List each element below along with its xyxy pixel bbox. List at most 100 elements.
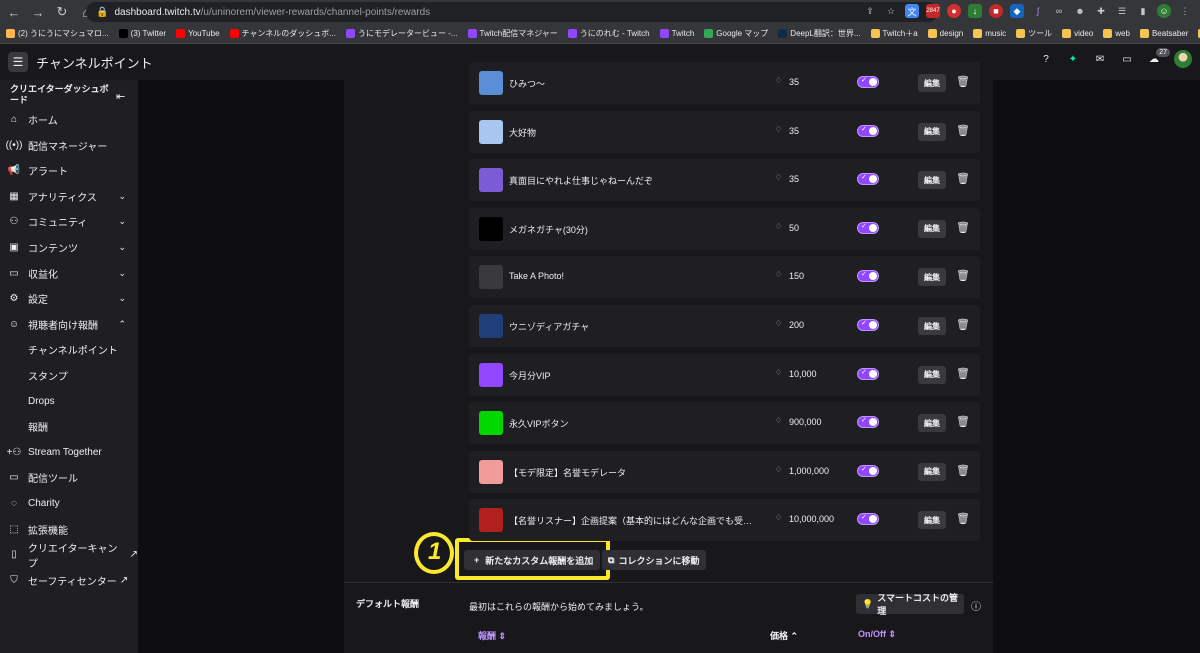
edit-reward-button[interactable]: 編集 xyxy=(918,122,946,141)
bookmark-item[interactable]: DeepL翻訳：世界... xyxy=(778,28,861,39)
menu-icon[interactable]: ⋮ xyxy=(1178,4,1192,18)
edit-reward-button[interactable]: 編集 xyxy=(918,74,946,92)
back-icon[interactable]: ← xyxy=(4,2,24,22)
sidebar-item[interactable]: ▦ アナリティクス ⌄ xyxy=(0,184,138,209)
edit-reward-button[interactable]: 編集 xyxy=(918,268,946,287)
sidebar-item[interactable]: ⚇ コミュニティ ⌄ xyxy=(0,209,138,234)
reward-enabled-toggle[interactable] xyxy=(857,270,879,283)
smart-cost-button[interactable]: 💡 スマートコストの管理 xyxy=(856,593,964,616)
delete-reward-icon[interactable]: 🗑 xyxy=(956,75,970,88)
ext-red-icon[interactable]: ● xyxy=(947,4,961,18)
bookmark-item[interactable]: Twitch xyxy=(659,29,694,38)
edit-reward-button[interactable]: 編集 xyxy=(918,462,946,481)
address-bar[interactable]: 🔒 dashboard.twitch.tv /u/uninorem/viewer… xyxy=(86,2,938,22)
edit-reward-button[interactable]: 編集 xyxy=(918,171,946,190)
reward-enabled-toggle[interactable] xyxy=(857,221,879,234)
reward-enabled-toggle[interactable] xyxy=(857,124,879,137)
delete-reward-icon[interactable]: 🗑 xyxy=(956,415,970,428)
sidebar-item[interactable]: 📢 アラート xyxy=(0,158,138,183)
bookmark-item[interactable]: video xyxy=(1062,29,1093,38)
edit-reward-button[interactable]: 編集 xyxy=(918,219,946,238)
sidebar-item[interactable]: ⌂ ホーム xyxy=(0,107,138,132)
edit-reward-button[interactable]: 編集 xyxy=(918,414,946,433)
reward-enabled-toggle[interactable] xyxy=(857,173,879,186)
bookmark-item[interactable]: Google マップ xyxy=(704,28,768,39)
sidebar-subitem[interactable]: チャンネルポイント xyxy=(28,337,118,362)
sidebar-item[interactable]: ⚙ 設定 ⌄ xyxy=(0,286,138,311)
bookmark-item[interactable]: (3) Twitter xyxy=(118,29,166,38)
delete-reward-icon[interactable]: 🗑 xyxy=(956,269,970,282)
bookmark-item[interactable]: ツール xyxy=(1016,28,1052,39)
add-custom-reward-button[interactable]: + 新たなカスタム報酬を追加 xyxy=(464,550,600,570)
column-header-onoff[interactable]: On/Off ⇕ xyxy=(858,629,896,640)
delete-reward-icon[interactable]: 🗑 xyxy=(956,512,970,525)
delete-reward-icon[interactable]: 🗑 xyxy=(956,124,970,137)
star-icon[interactable]: ☆ xyxy=(884,4,898,18)
ext-stop-icon[interactable]: ■ xyxy=(989,4,1003,18)
counter-extension-icon[interactable]: 2847 xyxy=(926,4,940,18)
ext-face-icon[interactable]: ☻ xyxy=(1073,4,1087,18)
edit-reward-button[interactable]: 編集 xyxy=(918,317,946,335)
bookmark-item[interactable]: Beatsaber xyxy=(1139,29,1188,38)
info-icon[interactable]: ⓘ xyxy=(971,598,981,613)
bookmark-item[interactable]: (2) うにうにマシュマロ... xyxy=(6,28,109,39)
bookmark-item[interactable]: music xyxy=(973,29,1006,38)
profile-icon[interactable]: ☺ xyxy=(1157,4,1171,18)
reward-enabled-toggle[interactable] xyxy=(857,464,879,477)
edit-reward-button[interactable]: 編集 xyxy=(918,511,946,530)
share-icon[interactable]: ⇪ xyxy=(863,4,877,18)
whispers-icon[interactable]: ▭ xyxy=(1120,52,1134,66)
sidebar-item[interactable]: ((•)) 配信マネージャー xyxy=(0,133,138,158)
delete-reward-icon[interactable]: 🗑 xyxy=(956,464,970,477)
ext-green-icon[interactable]: ↓ xyxy=(968,4,982,18)
ext-purple-icon[interactable]: ʃ xyxy=(1031,4,1045,18)
sidebar-item[interactable]: ▭ 配信ツール xyxy=(0,465,138,490)
reward-enabled-toggle[interactable] xyxy=(857,319,879,331)
move-to-collection-button[interactable]: ⧉ コレクションに移動 xyxy=(602,550,706,570)
ext-blue-icon[interactable]: ◆ xyxy=(1010,4,1024,18)
sidebar-subitem[interactable]: スタンプ xyxy=(28,363,68,388)
bookmark-item[interactable]: Twitch＋a xyxy=(870,28,918,39)
bookmark-item[interactable]: うにモデレータービュー -... xyxy=(345,28,458,39)
reward-enabled-toggle[interactable] xyxy=(857,513,879,526)
delete-reward-icon[interactable]: 🗑 xyxy=(956,367,970,380)
bookmark-item[interactable]: web xyxy=(1103,29,1130,38)
puzzle-icon[interactable]: ✚ xyxy=(1094,4,1108,18)
edit-reward-button[interactable]: 編集 xyxy=(918,365,946,384)
sidebar-item[interactable]: ☺ 視聴者向け報酬 ⌃ xyxy=(0,312,138,337)
sidebar-subitem[interactable]: Drops xyxy=(28,389,55,414)
delete-reward-icon[interactable]: 🗑 xyxy=(956,318,970,331)
sidebar-item[interactable]: ▣ コンテンツ ⌄ xyxy=(0,235,138,260)
forward-icon[interactable]: → xyxy=(28,2,48,22)
reward-enabled-toggle[interactable] xyxy=(857,76,879,88)
collapse-sidebar-icon[interactable]: ⇤ xyxy=(116,90,125,103)
bookmark-item[interactable]: チャンネルのダッシュボ... xyxy=(229,28,336,39)
column-header-cost[interactable]: 価格 ⌃ xyxy=(770,629,798,642)
column-header-reward[interactable]: 報酬 ⇕ xyxy=(478,629,506,642)
ext-glasses-icon[interactable]: ∞ xyxy=(1052,4,1066,18)
sidebar-item[interactable]: ◌ Charity xyxy=(0,491,138,516)
bookmark-item[interactable]: Twitch配信マネジャー xyxy=(467,28,558,39)
delete-reward-icon[interactable]: 🗑 xyxy=(956,172,970,185)
reading-list-icon[interactable]: ☰ xyxy=(1115,4,1129,18)
sidebar-item[interactable]: +⚇ Stream Together xyxy=(0,440,138,465)
reward-enabled-toggle[interactable] xyxy=(857,367,879,380)
sidebar-item[interactable]: ⛉ セーフティセンター ↗ xyxy=(0,568,138,593)
bookmark-item[interactable]: うにのれむ - Twitch xyxy=(567,28,650,39)
delete-reward-icon[interactable]: 🗑 xyxy=(956,221,970,234)
sidepanel-icon[interactable]: ▮ xyxy=(1136,4,1150,18)
sidebar-subitem[interactable]: 報酬 xyxy=(28,414,48,439)
avatar[interactable] xyxy=(1174,50,1192,68)
bookmark-item[interactable]: YouTube xyxy=(176,29,220,38)
inbox-icon[interactable]: ✉ xyxy=(1093,52,1107,66)
translate-extension-icon[interactable]: 文 xyxy=(905,4,919,18)
menu-toggle-icon[interactable]: ☰ xyxy=(8,52,28,72)
reload-icon[interactable]: ↻ xyxy=(52,2,72,22)
help-icon[interactable]: ? xyxy=(1039,52,1053,66)
sparkle-icon[interactable]: ✦ xyxy=(1066,52,1080,66)
bookmark-item[interactable]: design xyxy=(927,29,963,38)
reward-enabled-toggle[interactable] xyxy=(857,416,879,429)
sidebar-item[interactable]: ▯ クリエイターキャンプ ↗ xyxy=(0,542,138,570)
sidebar-item[interactable]: ⬚ 拡張機能 xyxy=(0,517,138,542)
sidebar-item[interactable]: ▭ 収益化 ⌄ xyxy=(0,261,138,286)
